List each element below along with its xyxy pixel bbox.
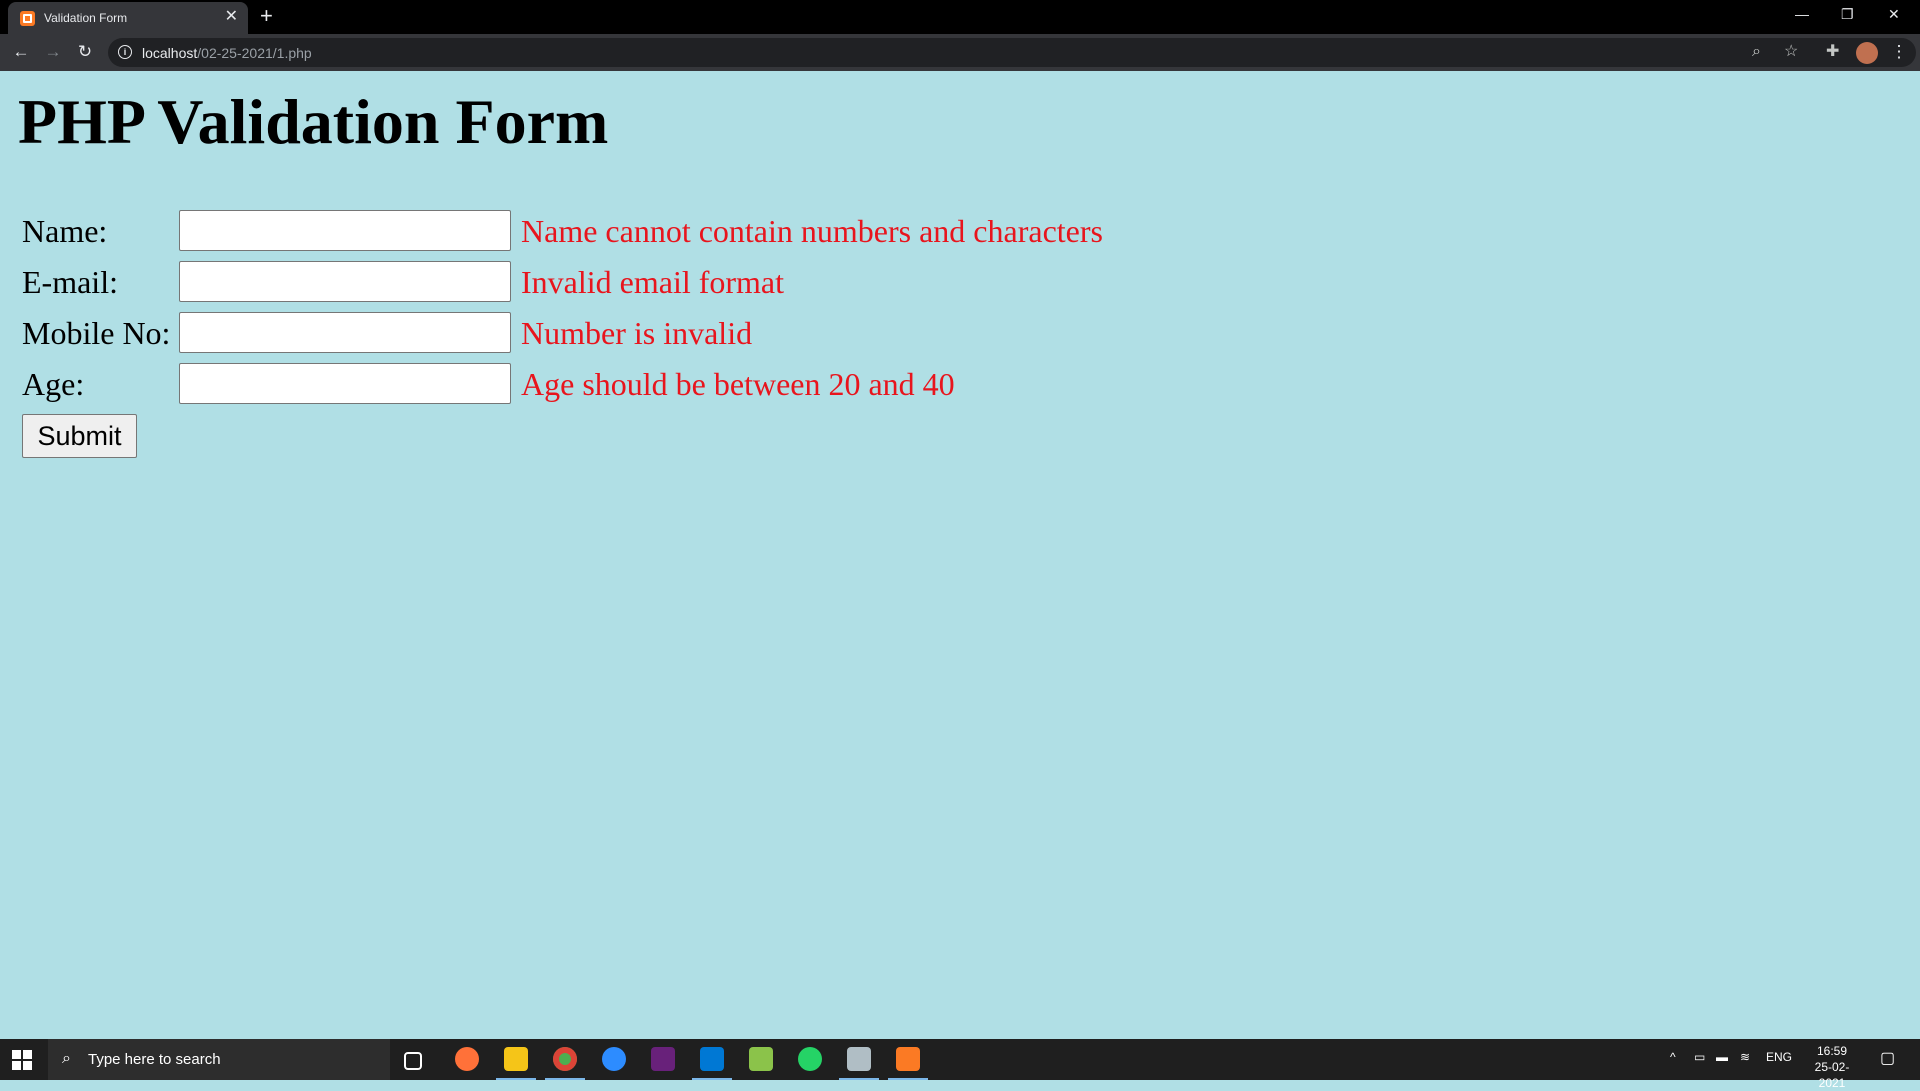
close-window-button[interactable]: ✕ [1888,4,1900,24]
extensions-icon[interactable]: ✚ [1826,42,1839,62]
email-label: E-mail: [22,264,118,300]
browser-menu-icon[interactable]: ⋮ [1888,41,1910,63]
chrome-icon[interactable] [553,1047,577,1071]
name-error-message: Name cannot contain numbers and characte… [521,213,1103,249]
page-title: PHP Validation Form [18,86,609,157]
url-path: /02-25-2021/1.php [197,45,312,61]
xampp-icon[interactable] [896,1047,920,1071]
search-placeholder: Type here to search [88,1051,221,1068]
battery-icon[interactable]: ▬ [1716,1050,1728,1064]
back-button[interactable]: ← [10,41,32,63]
minimize-button[interactable]: — [1795,4,1809,24]
submit-button[interactable]: Submit [22,414,137,458]
site-info-icon[interactable]: i [118,45,132,59]
age-field[interactable] [179,363,511,404]
tab-close-icon[interactable]: ✕ [225,8,238,26]
tray-date: 25-02-2021 [1814,1060,1850,1090]
notepad-plus-plus-icon[interactable] [749,1047,773,1071]
new-tab-button[interactable]: + [260,5,273,27]
email-field[interactable] [179,261,511,302]
notifications-icon[interactable]: ▢ [1880,1048,1895,1068]
whatsapp-icon[interactable] [798,1047,822,1071]
zoom-icon[interactable]: ⌕ [1752,42,1761,62]
age-error-message: Age should be between 20 and 40 [521,366,955,402]
bookmark-star-icon[interactable]: ☆ [1784,42,1798,62]
file-explorer-icon[interactable] [504,1047,528,1071]
taskbar-search-box[interactable]: ⌕ Type here to search [48,1039,390,1080]
mobile-error-message: Number is invalid [521,315,753,351]
browser-toolbar: ← → ↻ i localhost/02-25-2021/1.php ⌕ ☆ ✚… [0,34,1920,71]
tab-title: Validation Form [44,11,128,25]
language-indicator[interactable]: ENG [1766,1050,1792,1064]
windows-taskbar: ⌕ Type here to search ^ ▭ ▬ ≋ ENG 16:59 … [0,1039,1920,1090]
vscode-icon[interactable] [700,1047,724,1071]
snipping-tool-icon[interactable] [847,1047,871,1071]
tray-chevron-up-icon[interactable]: ^ [1670,1050,1676,1064]
search-icon: ⌕ [62,1050,71,1067]
reload-button[interactable]: ↻ [74,41,96,63]
page-content: PHP Validation Form Name: Name cannot co… [0,71,1920,1039]
url-text[interactable]: localhost/02-25-2021/1.php [142,45,312,61]
name-label: Name: [22,213,108,249]
email-error-message: Invalid email format [521,264,785,300]
age-label: Age: [22,366,85,402]
tray-clock[interactable]: 16:59 25-02-2021 [1804,1043,1860,1091]
url-host: localhost [142,45,198,61]
browser-tab-bar: Validation Form ✕ + — ❐ ✕ [0,0,1920,34]
address-bar[interactable]: i localhost/02-25-2021/1.php ⌕ ☆ ✚ [108,38,1916,67]
tray-time: 16:59 [1816,1044,1848,1058]
restore-button[interactable]: ❐ [1841,4,1854,24]
mobile-field[interactable] [179,312,511,353]
visual-studio-icon[interactable] [651,1047,675,1071]
zoom-app-icon[interactable] [602,1047,626,1071]
name-field[interactable] [179,210,511,251]
wifi-icon[interactable]: ≋ [1740,1050,1750,1064]
browser-tab[interactable]: Validation Form ✕ [8,2,248,34]
tray-device-icon[interactable]: ▭ [1694,1050,1705,1064]
firefox-icon[interactable] [455,1047,479,1071]
forward-button[interactable]: → [42,41,64,63]
windows-start-icon[interactable] [12,1050,32,1070]
profile-avatar[interactable] [1856,42,1878,64]
mobile-label: Mobile No: [22,315,171,351]
task-view-icon[interactable] [404,1052,422,1070]
xampp-favicon-icon [20,11,35,26]
